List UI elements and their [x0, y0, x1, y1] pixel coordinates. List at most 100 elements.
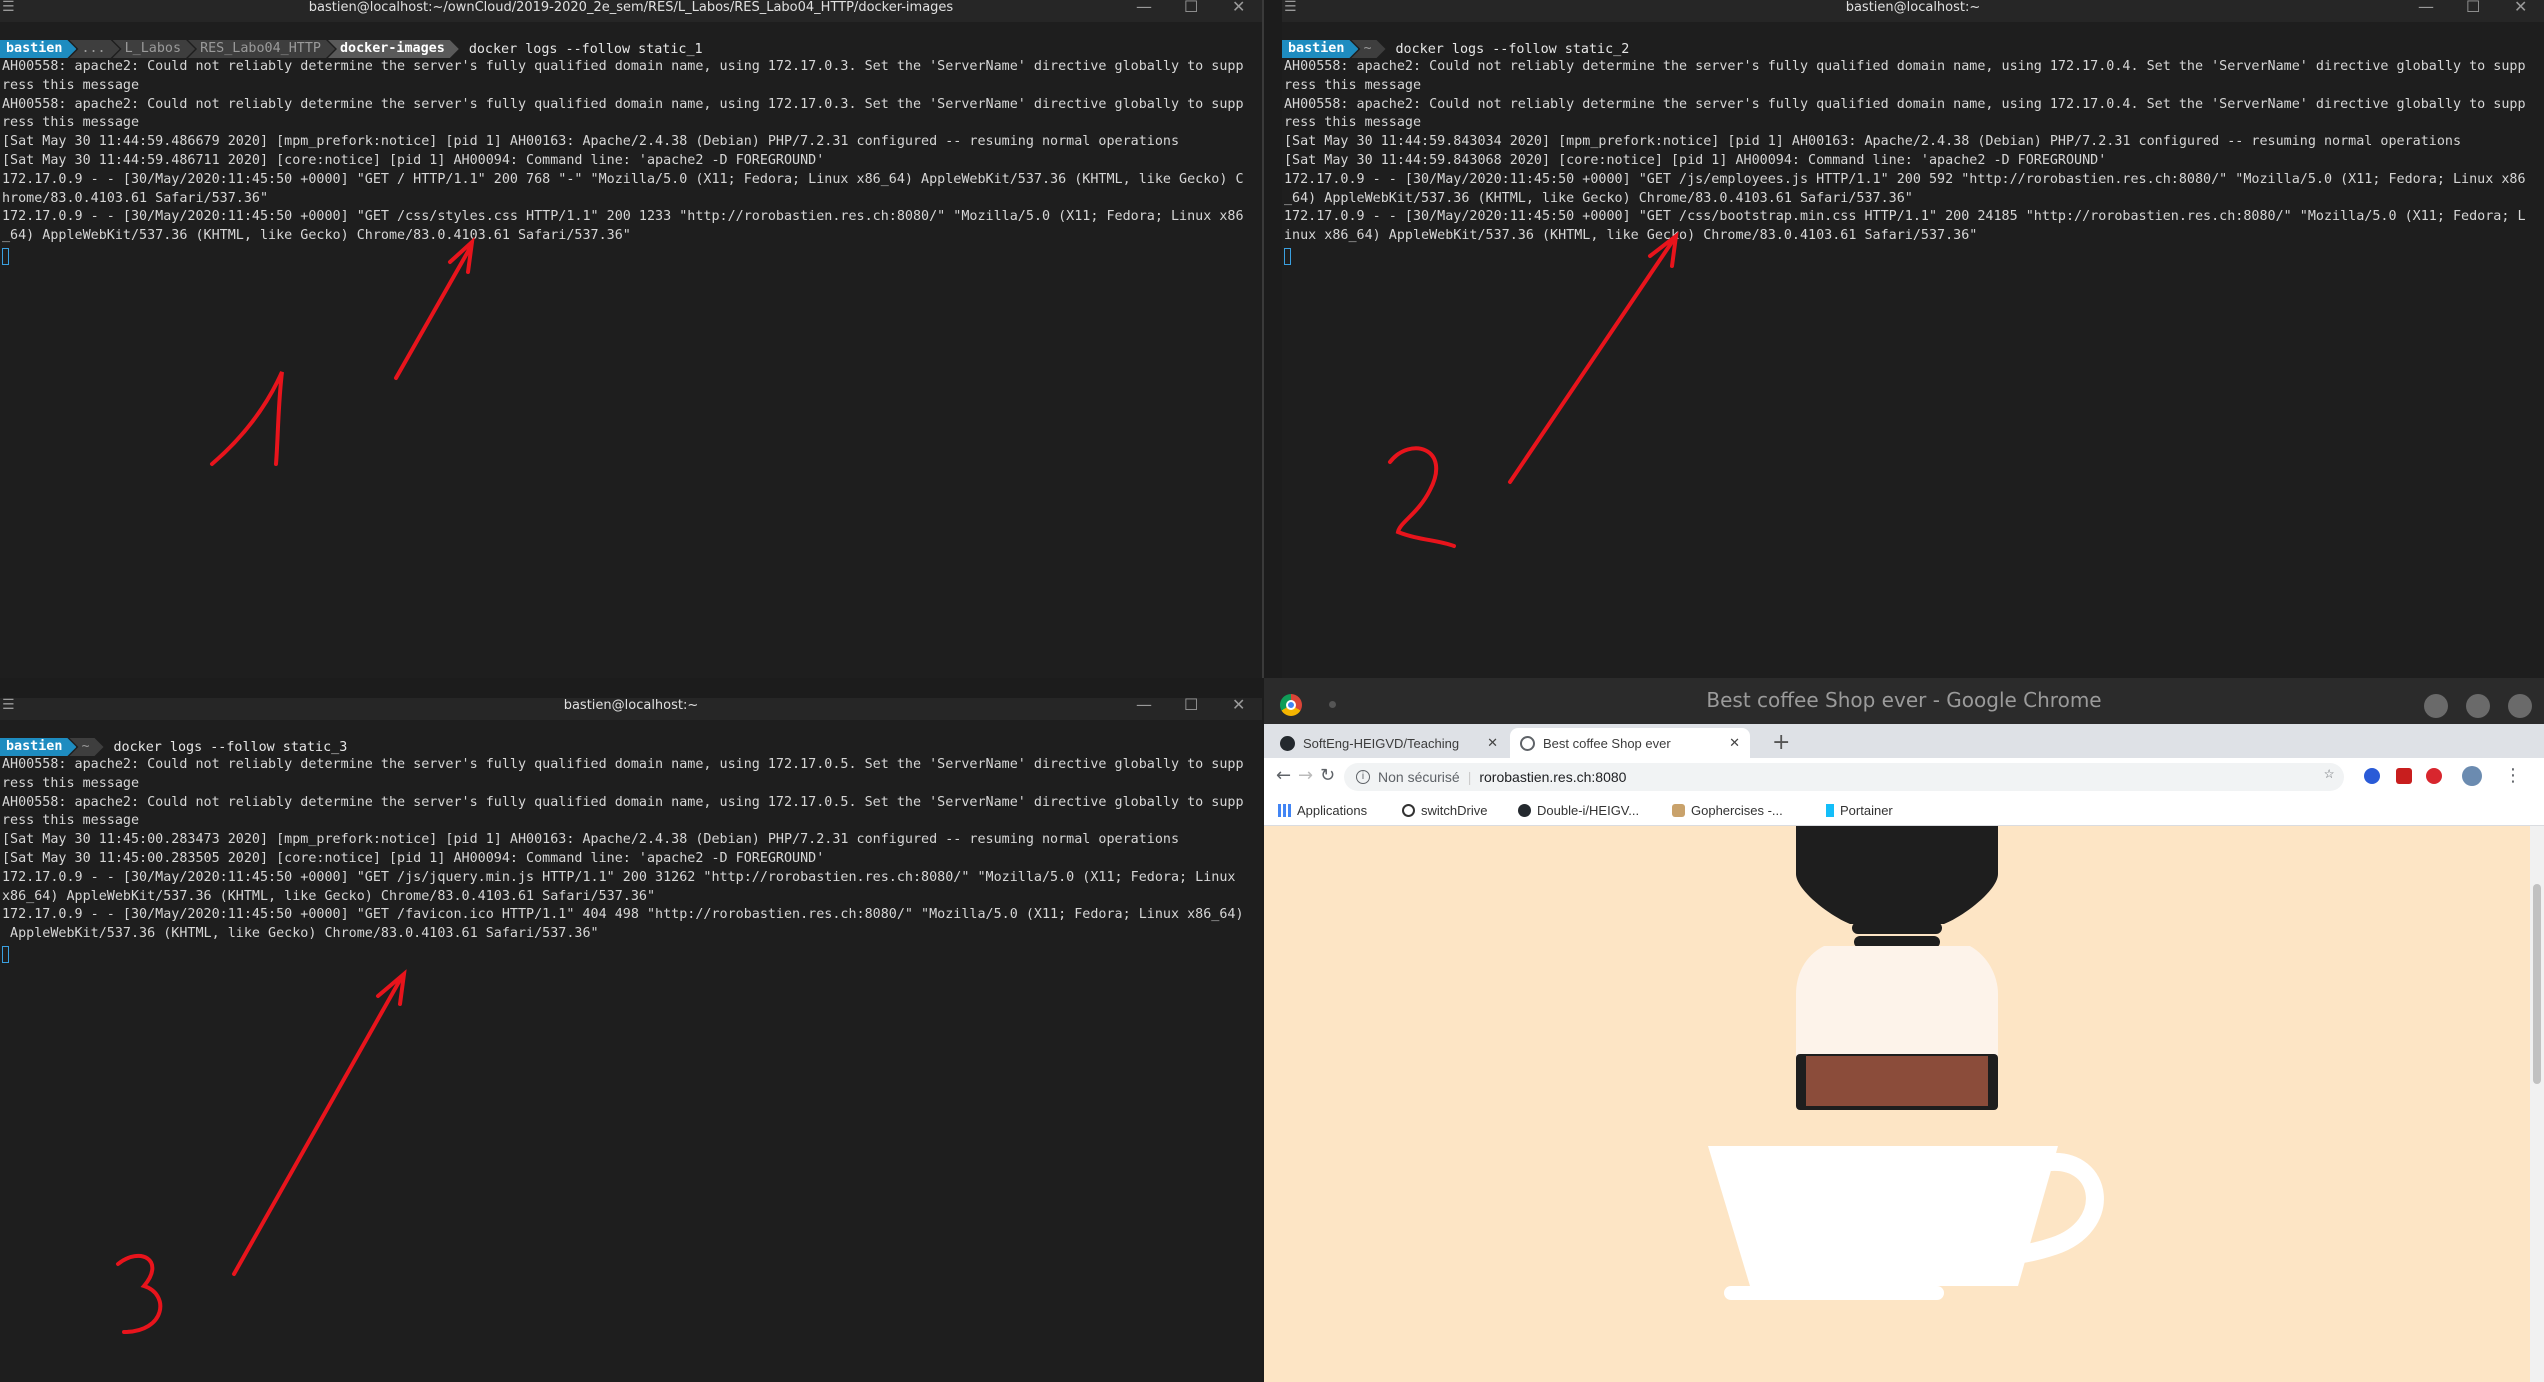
tab-softeng[interactable]: SoftEng-HEIGVD/Teaching ✕: [1270, 728, 1508, 758]
web-page-content[interactable]: [1264, 826, 2530, 1382]
bookmark-label: Portainer: [1840, 803, 1893, 818]
log-line: [Sat May 30 11:44:59.843068 2020] [core:…: [1284, 152, 2107, 168]
security-status[interactable]: Non sécurisé: [1378, 769, 1460, 785]
coffee-cup: [1708, 1146, 2058, 1286]
tab-label: Best coffee Shop ever: [1543, 735, 1671, 751]
url-text[interactable]: rorobastien.res.ch:8080: [1479, 769, 1626, 785]
bookmark-label: Applications: [1297, 803, 1368, 818]
cup-saucer: [1724, 1286, 1944, 1300]
terminal-titlebar[interactable]: ☰ bastien@localhost:~ — ☐ ✕: [0, 698, 1262, 720]
tab-label: SoftEng-HEIGVD/Teaching: [1303, 735, 1460, 751]
bookmark-label: Double-i/HEIGV...: [1537, 803, 1640, 818]
github-icon: [1518, 804, 1531, 817]
tab-coffee-shop[interactable]: Best coffee Shop ever ✕: [1510, 728, 1750, 758]
reload-icon[interactable]: ↻: [1320, 765, 1335, 786]
gopher-icon: [1672, 804, 1685, 817]
log-line: [Sat May 30 11:44:59.486679 2020] [mpm_p…: [2, 134, 1180, 150]
switchdrive-icon: [1402, 804, 1415, 817]
profile-avatar-icon[interactable]: [2462, 766, 2482, 786]
page-scrollbar[interactable]: [2530, 826, 2544, 1382]
bookmark-label: Gophercises -...: [1691, 803, 1783, 818]
log-line: 172.17.0.9 - - [30/May/2020:11:45:50 +00…: [2, 869, 1236, 885]
log-line: AH00558: apache2: Could not reliably det…: [2, 59, 1244, 74]
log-line: inux x86_64) AppleWebKit/537.36 (KHTML, …: [1284, 228, 1978, 244]
terminal-titlebar[interactable]: ☰ bastien@localhost:~/ownCloud/2019-2020…: [0, 0, 1262, 22]
coffee-maker-knob: [1852, 922, 1942, 934]
bookmark-applications[interactable]: Applications: [1278, 803, 1367, 818]
bookmark-portainer[interactable]: Portainer: [1826, 803, 1893, 818]
new-tab-icon[interactable]: +: [1772, 730, 1790, 755]
window-title: bastien@localhost:~: [563, 698, 699, 713]
log-line: AH00558: apache2: Could not reliably det…: [2, 757, 1244, 772]
minimize-icon[interactable]: —: [1136, 698, 1152, 713]
terminal-output[interactable]: AH00558: apache2: Could not reliably det…: [1284, 58, 2544, 246]
extension-red-icon[interactable]: [2396, 768, 2412, 784]
prompt: bastien ~ docker logs --follow static_3: [0, 738, 347, 756]
globe-icon: [1520, 735, 1535, 751]
prompt: bastien ~ docker logs --follow static_2: [1282, 40, 1629, 58]
maximize-icon[interactable]: ☐: [2466, 0, 2480, 15]
browser-titlebar[interactable]: Best coffee Shop ever - Google Chrome: [1264, 678, 2544, 724]
apps-grid-icon: [1278, 804, 1291, 817]
bookmark-label: switchDrive: [1421, 803, 1488, 818]
log-line: 172.17.0.9 - - [30/May/2020:11:45:50 +00…: [2, 209, 1244, 225]
log-line: [Sat May 30 11:45:00.283505 2020] [core:…: [2, 850, 825, 866]
forward-arrow-icon[interactable]: →: [1298, 765, 1313, 786]
bookmark-switchdrive[interactable]: switchDrive: [1402, 803, 1487, 818]
close-icon[interactable]: [2508, 694, 2532, 718]
terminal-output[interactable]: AH00558: apache2: Could not reliably det…: [2, 58, 1262, 246]
command-text: docker logs --follow static_2: [1395, 41, 1630, 57]
adblock-icon[interactable]: [2426, 768, 2442, 784]
scrollbar-thumb[interactable]: [2533, 884, 2541, 1084]
browser-window[interactable]: Best coffee Shop ever - Google Chrome So…: [1264, 678, 2544, 1382]
log-line: 172.17.0.9 - - [30/May/2020:11:45:50 +00…: [2, 907, 1244, 923]
terminal-window-2[interactable]: ☰ bastien@localhost:~ — ☐ ✕ bastien ~ do…: [1282, 0, 2544, 678]
maximize-icon[interactable]: [2466, 694, 2490, 718]
log-line: ress this message: [2, 775, 140, 791]
text-cursor: [2, 248, 9, 265]
log-line: [Sat May 30 11:44:59.843034 2020] [mpm_p…: [1284, 134, 2462, 150]
terminal-titlebar[interactable]: ☰ bastien@localhost:~ — ☐ ✕: [1282, 0, 2544, 22]
terminal-window-1[interactable]: ☰ bastien@localhost:~/ownCloud/2019-2020…: [0, 0, 1262, 678]
log-line: 172.17.0.9 - - [30/May/2020:11:45:50 +00…: [2, 171, 1244, 187]
prompt-path-segment: RES_Labo04_HTTP: [188, 40, 335, 58]
terminal-window-3[interactable]: ☰ bastien@localhost:~ — ☐ ✕ bastien ~ do…: [0, 698, 1262, 1382]
log-line: AH00558: apache2: Could not reliably det…: [2, 794, 1244, 810]
toolbar: ← → ↻ i Non sécurisé | rorobastien.res.c…: [1264, 758, 2544, 796]
log-line: hrome/83.0.4103.61 Safari/537.36": [2, 190, 269, 206]
maximize-icon[interactable]: ☐: [1184, 0, 1198, 15]
prompt-current-dir: docker-images: [328, 40, 459, 58]
extension-f-icon[interactable]: [2364, 768, 2380, 784]
back-arrow-icon[interactable]: ←: [1276, 765, 1291, 786]
info-icon[interactable]: i: [1356, 770, 1370, 784]
minimize-icon[interactable]: —: [1136, 0, 1152, 15]
log-line: ress this message: [2, 813, 140, 829]
address-bar[interactable]: i Non sécurisé | rorobastien.res.ch:8080: [1344, 763, 2344, 791]
text-cursor: [1284, 248, 1291, 265]
github-icon: [1280, 735, 1295, 751]
portainer-icon: [1826, 804, 1834, 817]
terminal-output[interactable]: AH00558: apache2: Could not reliably det…: [2, 756, 1262, 944]
log-line: ress this message: [1284, 115, 1422, 131]
log-line: [Sat May 30 11:45:00.283473 2020] [mpm_p…: [2, 832, 1180, 848]
coffee-liquid: [1806, 1056, 1988, 1106]
tab-close-icon[interactable]: ✕: [1729, 735, 1740, 751]
log-line: _64) AppleWebKit/537.36 (KHTML, like Gec…: [1284, 190, 1913, 206]
text-cursor: [2, 946, 9, 963]
minimize-icon[interactable]: —: [2418, 0, 2434, 15]
more-menu-icon[interactable]: ⋮: [2504, 765, 2522, 786]
close-icon[interactable]: ✕: [1232, 698, 1245, 713]
log-line: _64) AppleWebKit/537.36 (KHTML, like Gec…: [2, 228, 631, 244]
log-line: ress this message: [1284, 77, 1422, 93]
bookmark-star-icon[interactable]: ☆: [2324, 763, 2334, 783]
log-line: AH00558: apache2: Could not reliably det…: [1284, 59, 2526, 74]
close-icon[interactable]: ✕: [2514, 0, 2527, 15]
bookmark-double-i[interactable]: Double-i/HEIGV...: [1518, 803, 1639, 818]
bookmark-gophercises[interactable]: Gophercises -...: [1672, 803, 1783, 818]
minimize-icon[interactable]: [2424, 694, 2448, 718]
close-icon[interactable]: ✕: [1232, 0, 1245, 15]
coffee-maker-top: [1796, 826, 1998, 924]
maximize-icon[interactable]: ☐: [1184, 698, 1198, 713]
tab-close-icon[interactable]: ✕: [1487, 735, 1498, 751]
prompt: bastien ... L_Labos RES_Labo04_HTTP dock…: [0, 40, 703, 58]
